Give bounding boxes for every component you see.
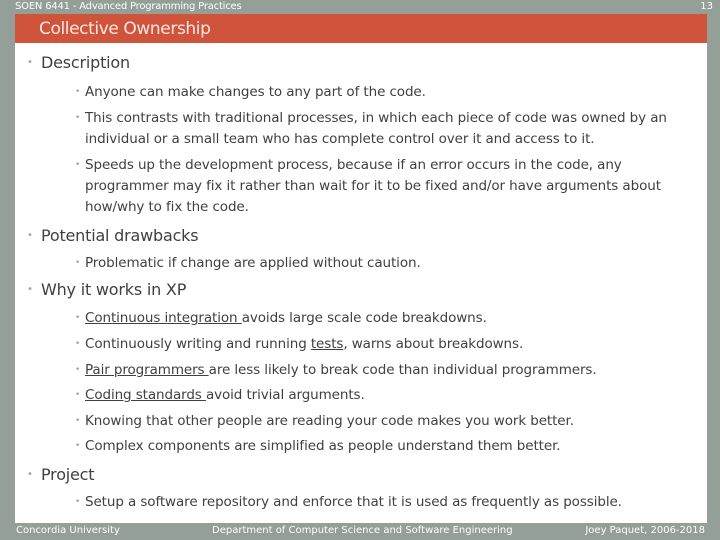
bullet-icon: •: [75, 258, 81, 268]
section-heading-project: • Project: [27, 465, 95, 484]
list-item: • Pair programmers are less likely to bre…: [75, 360, 695, 381]
list-item: • Setup a software repository and enforce…: [75, 492, 695, 513]
page-number: 13: [700, 1, 713, 12]
list-item: • This contrasts with traditional process…: [75, 108, 695, 150]
item-text: avoids large scale code breakdowns.: [241, 310, 487, 326]
item-text: Speeds up the development process, becau…: [85, 157, 661, 215]
bullet-icon: •: [75, 313, 81, 323]
title-bar: Collective Ownership: [15, 14, 707, 43]
bullet-icon: •: [27, 284, 33, 295]
bullet-icon: •: [75, 441, 81, 451]
bullet-icon: •: [75, 416, 81, 426]
bullet-icon: •: [75, 339, 81, 349]
bullet-icon: •: [75, 497, 81, 507]
item-text: Complex components are simplified as peo…: [85, 438, 561, 454]
list-item: • Complex components are simplified as pe…: [75, 436, 695, 457]
footer-department: Department of Computer Science and Softw…: [212, 525, 513, 536]
list-item: • Coding standards avoid trivial argument…: [75, 385, 695, 406]
heading-text: Description: [41, 53, 130, 72]
list-item: • Knowing that other people are reading y…: [75, 411, 695, 432]
heading-text: Project: [41, 465, 95, 484]
footer-university: Concordia University: [16, 525, 120, 536]
link-tests[interactable]: tests: [311, 336, 344, 352]
link-pair-programmers[interactable]: Pair programmers: [85, 362, 209, 378]
bullet-icon: •: [75, 87, 81, 97]
list-item: • Continuous integration avoids large sca…: [75, 308, 695, 329]
bullet-icon: •: [27, 469, 33, 480]
item-text: , warns about breakdowns.: [343, 336, 524, 352]
footer-author: Joey Paquet, 2006-2018: [585, 525, 705, 536]
list-item: • Continuously writing and running tests,…: [75, 334, 695, 355]
item-text: Problematic if change are applied withou…: [85, 255, 421, 271]
section-heading-description: • Description: [27, 53, 130, 72]
item-text: This contrasts with traditional processe…: [85, 110, 667, 147]
item-text: Setup a software repository and enforce …: [85, 494, 622, 510]
bullet-icon: •: [75, 113, 81, 123]
footer: Concordia University Department of Compu…: [15, 523, 707, 540]
list-item: • Anyone can make changes to any part of …: [75, 82, 695, 103]
slide-content: • Description • Anyone can make changes to…: [15, 43, 707, 523]
heading-text: Why it works in XP: [41, 280, 187, 299]
heading-text: Potential drawbacks: [41, 226, 199, 245]
bullet-icon: •: [27, 57, 33, 68]
link-coding-standards[interactable]: Coding standards: [85, 387, 206, 403]
item-text: Continuously writing and running: [85, 336, 311, 352]
slide-title: Collective Ownership: [39, 19, 211, 39]
item-text: are less likely to break code than indiv…: [208, 362, 597, 378]
item-text: Anyone can make changes to any part of t…: [85, 84, 426, 100]
section-heading-drawbacks: • Potential drawbacks: [27, 226, 199, 245]
section-heading-why-xp: • Why it works in XP: [27, 280, 186, 299]
list-item: • Problematic if change are applied witho…: [75, 253, 695, 274]
bullet-icon: •: [27, 230, 33, 241]
bullet-icon: •: [75, 160, 81, 170]
bullet-icon: •: [75, 365, 81, 375]
link-continuous-integration[interactable]: Continuous integration: [85, 310, 242, 326]
item-text: Knowing that other people are reading yo…: [85, 413, 574, 429]
bullet-icon: •: [75, 390, 81, 400]
course-label: SOEN 6441 - Advanced Programming Practic…: [15, 1, 242, 12]
list-item: • Speeds up the development process, beca…: [75, 155, 695, 218]
item-text: avoid trivial arguments.: [205, 387, 365, 403]
